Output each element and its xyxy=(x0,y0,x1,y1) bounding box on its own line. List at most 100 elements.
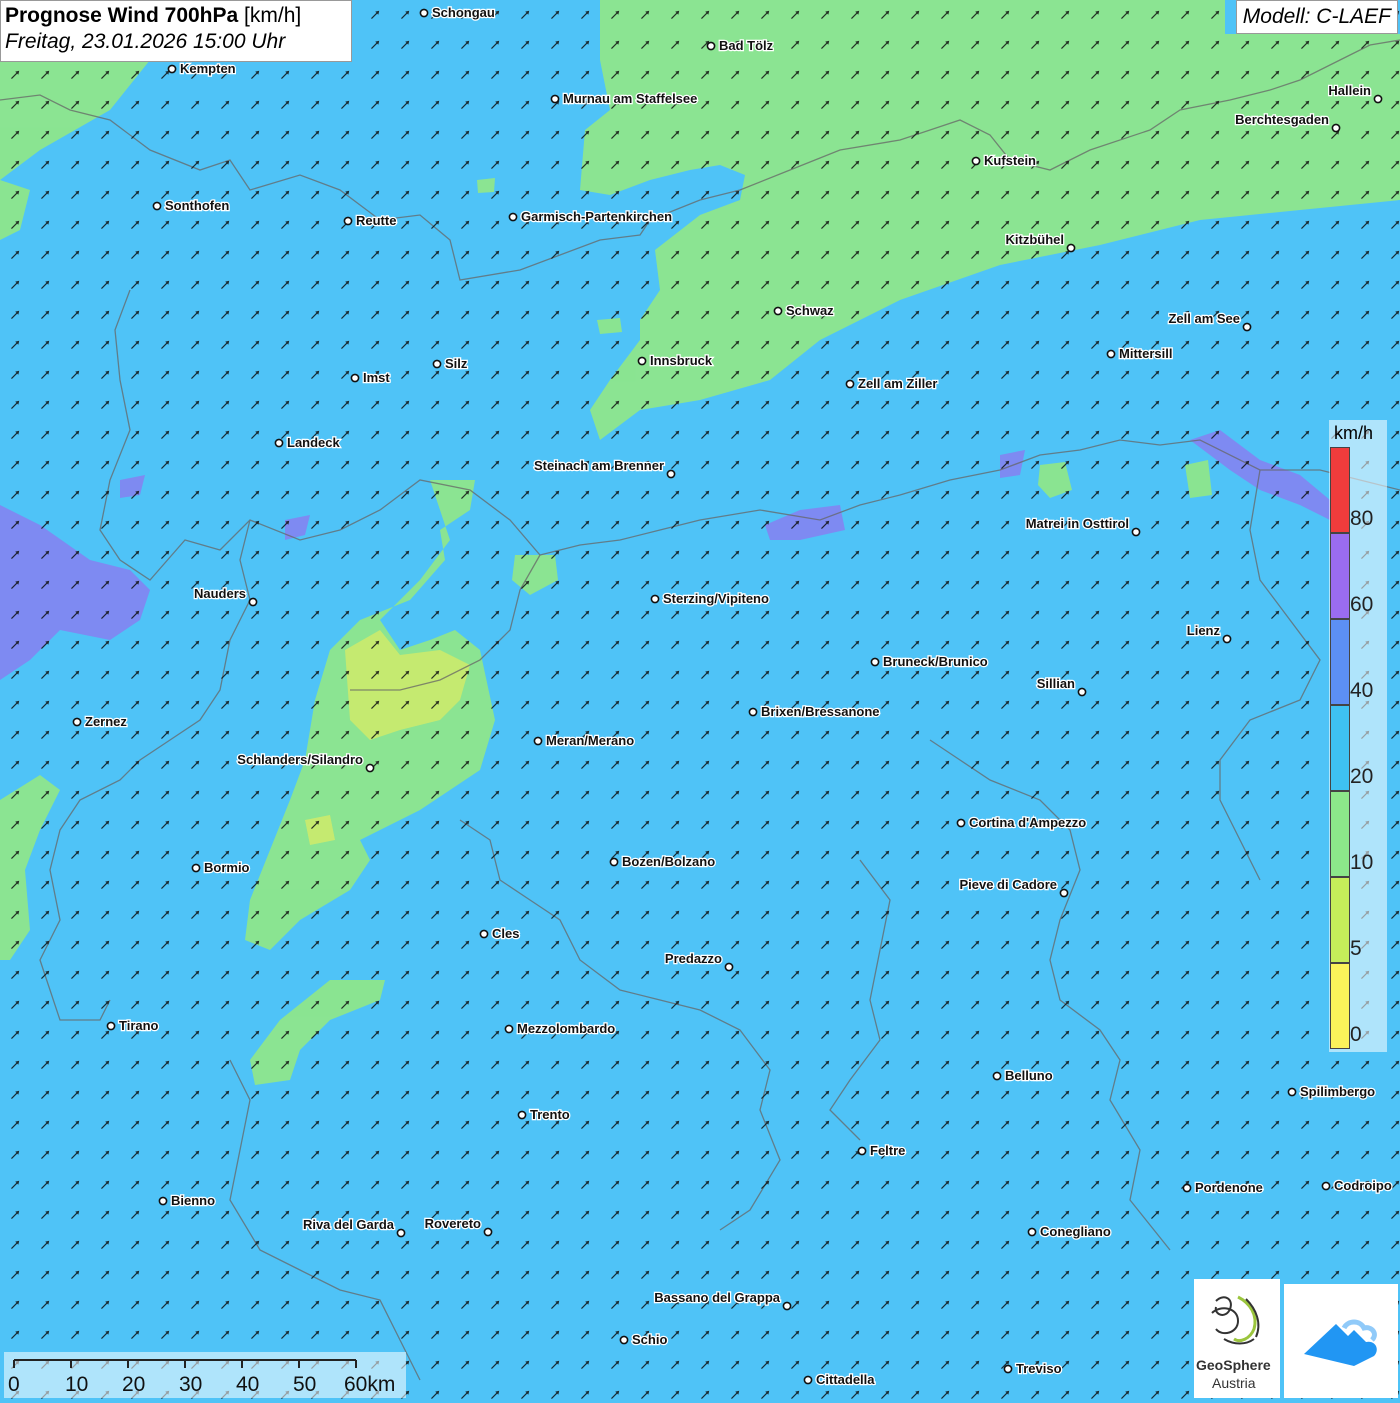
city-marker-icon xyxy=(517,1110,527,1120)
city-marker-icon xyxy=(483,1227,493,1237)
city-cortina-d-ampezzo: Cortina d'Ampezzo xyxy=(956,814,1088,831)
city-garmisch-partenkirchen: Garmisch-Partenkirchen xyxy=(508,208,673,225)
scale-label: 0 xyxy=(8,1373,20,1396)
legend-bin-10 xyxy=(1330,791,1350,877)
city-label: Landeck xyxy=(287,435,341,450)
city-bruneck-brunico: Bruneck/Brunico xyxy=(870,653,989,670)
city-label: Belluno xyxy=(1005,1068,1053,1083)
city-schongau: Schongau xyxy=(419,4,496,21)
city-sonthofen: Sonthofen xyxy=(152,197,231,214)
legend-bin-0 xyxy=(1330,963,1350,1049)
city-label: Cortina d'Ampezzo xyxy=(969,815,1086,830)
city-marker-icon xyxy=(1003,1364,1013,1374)
city-marker-icon xyxy=(650,594,660,604)
city-zell-am-ziller: Zell am Ziller xyxy=(845,375,939,392)
city-label: Bienno xyxy=(171,1193,215,1208)
city-marker-icon xyxy=(956,818,966,828)
city-marker-icon xyxy=(1106,349,1116,359)
scale-label: 10 xyxy=(65,1373,89,1396)
legend-label: 10 xyxy=(1350,851,1374,874)
city-label: Pordenone xyxy=(1195,1180,1263,1195)
city-marker-icon xyxy=(992,1071,1002,1081)
city-label: Bassano del Grappa xyxy=(654,1290,780,1305)
city-label: Kufstein xyxy=(984,153,1036,168)
city-marker-icon xyxy=(1182,1183,1192,1193)
city-label: Sillian xyxy=(1037,676,1075,691)
city-marker-icon xyxy=(1027,1227,1037,1237)
city-label: Trento xyxy=(530,1107,570,1122)
city-brixen-bressanone: Brixen/Bressanone xyxy=(748,703,881,720)
city-label: Spilimbergo xyxy=(1300,1084,1375,1099)
city-label: Imst xyxy=(363,370,390,385)
city-label: Zell am See xyxy=(1168,311,1240,326)
city-label: Garmisch-Partenkirchen xyxy=(521,209,672,224)
city-cittadella: Cittadella xyxy=(803,1371,877,1388)
city-marker-icon xyxy=(1131,527,1141,537)
city-marker-icon xyxy=(803,1375,813,1385)
forecast-datetime: Freitag, 23.01.2026 15:00 Uhr xyxy=(5,30,286,53)
city-marker-icon xyxy=(191,863,201,873)
city-label: Cles xyxy=(492,926,519,941)
city-label: Sonthofen xyxy=(165,198,229,213)
city-marker-icon xyxy=(343,216,353,226)
city-marker-icon xyxy=(1059,888,1069,898)
scale-label: 30 xyxy=(179,1373,203,1396)
city-mezzolombardo: Mezzolombardo xyxy=(504,1020,617,1037)
map-title-box: Prognose Wind 700hPa [km/h] Freitag, 23.… xyxy=(0,0,352,62)
legend-unit: km/h xyxy=(1334,423,1374,443)
city-marker-icon xyxy=(1331,123,1341,133)
scale-label: 60km xyxy=(344,1373,396,1396)
city-marker-icon xyxy=(508,212,518,222)
city-marker-icon xyxy=(1077,687,1087,697)
city-marker-icon xyxy=(609,857,619,867)
app-logo[interactable] xyxy=(1284,1284,1398,1398)
legend-bin-20 xyxy=(1330,705,1350,791)
logo-name-line2: Austria xyxy=(1212,1375,1256,1391)
scale-label: 20 xyxy=(122,1373,146,1396)
city-label: Schio xyxy=(632,1332,667,1347)
legend-label: 40 xyxy=(1350,679,1374,702)
city-marker-icon xyxy=(870,657,880,667)
city-marker-icon xyxy=(748,707,758,717)
city-marker-icon xyxy=(158,1196,168,1206)
city-label: Codroipo xyxy=(1334,1178,1392,1193)
city-label: Schwaz xyxy=(786,303,834,318)
map-title-unit: [km/h] xyxy=(238,4,302,27)
legend-label: 5 xyxy=(1350,937,1362,960)
city-label: Sterzing/Vipiteno xyxy=(663,591,769,606)
city-label: Silz xyxy=(445,356,468,371)
city-label: Meran/Merano xyxy=(546,733,634,748)
city-marker-icon xyxy=(504,1024,514,1034)
wind-forecast-map[interactable]: Schongau Bad Tölz Kempten Murnau am Staffel… xyxy=(0,0,1400,1400)
city-marker-icon xyxy=(971,156,981,166)
cloud-arrow-icon xyxy=(1304,1319,1377,1366)
city-murnau-am-staffelsee: Murnau am Staffelsee xyxy=(550,90,699,107)
city-label: Kempten xyxy=(180,61,236,76)
city-label: Tirano xyxy=(119,1018,159,1033)
city-label: Bozen/Bolzano xyxy=(622,854,715,869)
city-marker-icon xyxy=(724,962,734,972)
city-label: Steinach am Brenner xyxy=(534,458,664,473)
city-label: Zernez xyxy=(85,714,127,729)
city-label: Pieve di Cadore xyxy=(959,877,1057,892)
city-marker-icon xyxy=(1222,634,1232,644)
city-label: Mittersill xyxy=(1119,346,1172,361)
city-label: Brixen/Bressanone xyxy=(761,704,880,719)
city-marker-icon xyxy=(857,1146,867,1156)
city-conegliano: Conegliano xyxy=(1027,1223,1112,1240)
city-label: Schongau xyxy=(432,5,495,20)
city-marker-icon xyxy=(706,41,716,51)
city-marker-icon xyxy=(479,929,489,939)
city-marker-icon xyxy=(1321,1181,1331,1191)
legend-bin-80 xyxy=(1330,447,1350,533)
city-marker-icon xyxy=(167,64,177,74)
legend-label: 0 xyxy=(1350,1023,1362,1046)
legend-bin-60 xyxy=(1330,533,1350,619)
city-marker-icon xyxy=(637,356,647,366)
legend-label: 80 xyxy=(1350,507,1374,530)
city-label: Reutte xyxy=(356,213,396,228)
city-marker-icon xyxy=(1287,1087,1297,1097)
city-marker-icon xyxy=(365,763,375,773)
city-label: Treviso xyxy=(1016,1361,1062,1376)
city-label: Lienz xyxy=(1187,623,1221,638)
